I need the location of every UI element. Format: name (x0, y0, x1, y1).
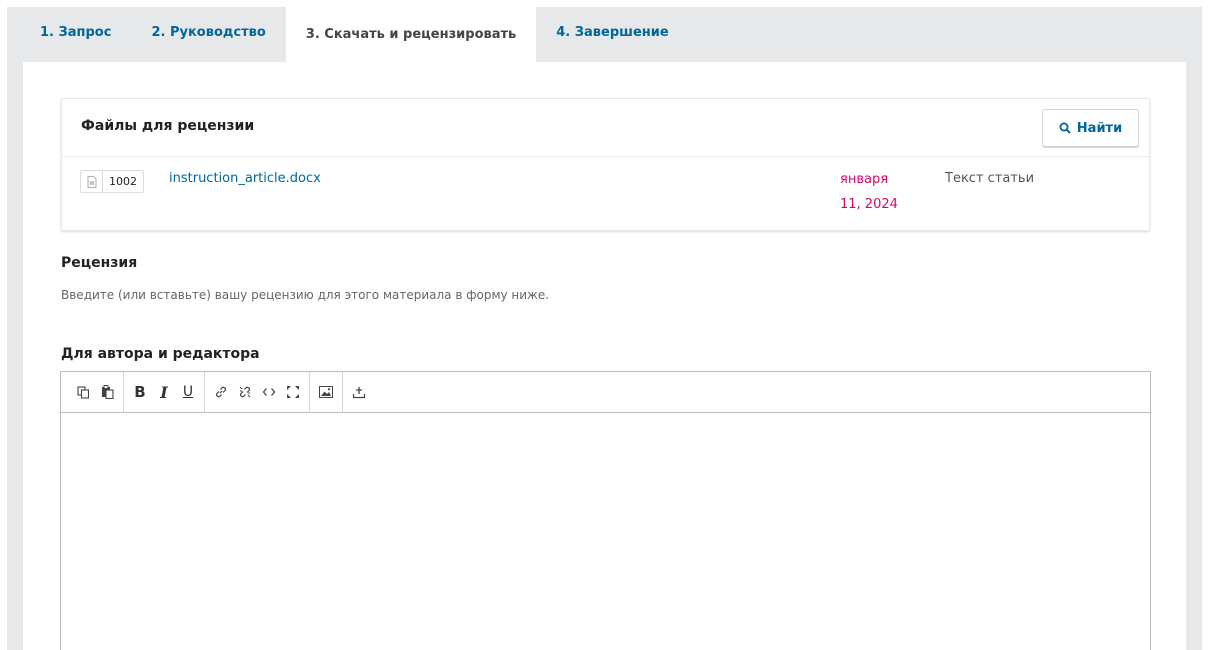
upload-group (343, 372, 375, 413)
link-icon (216, 386, 226, 398)
tab-bar: 1. Запрос 2. Руководство 3. Скачать и ре… (23, 7, 689, 62)
file-id: 1002 (109, 175, 137, 188)
unlink-icon (239, 386, 251, 398)
search-icon (1059, 122, 1071, 134)
bold-button[interactable]: B (129, 379, 151, 405)
code-button[interactable] (258, 379, 280, 405)
file-date-month: января (840, 172, 889, 187)
editor-text-area[interactable] (61, 413, 1150, 650)
tab-guidelines[interactable]: 2. Руководство (131, 7, 285, 57)
unlink-button[interactable] (234, 379, 256, 405)
svg-text:W: W (89, 181, 94, 187)
clipboard-group (67, 371, 124, 413)
editor-toolbar: B I U (61, 371, 1150, 413)
italic-button[interactable]: I (153, 379, 175, 405)
format-group: B I U (124, 371, 205, 413)
file-name-link[interactable]: instruction_article.docx (169, 171, 321, 186)
file-date-day-year: 11, 2024 (840, 197, 898, 212)
insert-group (205, 371, 310, 413)
link-button[interactable] (210, 379, 232, 405)
media-group (310, 371, 343, 413)
paste-icon (101, 385, 114, 399)
word-doc-icon: W (81, 171, 103, 192)
file-badge: W 1002 (80, 170, 144, 193)
review-files-title: Файлы для рецензии (81, 118, 255, 134)
underline-button[interactable]: U (177, 379, 199, 405)
copy-button[interactable] (72, 379, 94, 405)
fullscreen-button[interactable] (282, 379, 304, 405)
fullscreen-icon (287, 386, 299, 398)
review-files-header: Файлы для рецензии Найти (62, 99, 1149, 157)
tab-download-review[interactable]: 3. Скачать и рецензировать (285, 7, 537, 62)
upload-button[interactable] (348, 379, 370, 405)
tab-completion[interactable]: 4. Завершение (536, 7, 688, 57)
tab-panel: Файлы для рецензии Найти W 1002 instruct… (23, 62, 1186, 650)
review-section-title: Рецензия (61, 255, 138, 271)
review-section-description: Введите (или вставьте) вашу рецензию для… (61, 288, 550, 302)
image-icon (319, 386, 333, 398)
code-icon (262, 388, 276, 396)
editor-label: Для автора и редактора (61, 346, 260, 362)
paste-button[interactable] (96, 379, 118, 405)
upload-icon (352, 387, 366, 399)
tab-request[interactable]: 1. Запрос (23, 7, 131, 57)
file-type: Текст статьи (945, 171, 1035, 186)
rich-text-editor: B I U (60, 371, 1151, 650)
file-date: января 11, 2024 (840, 167, 910, 217)
image-button[interactable] (315, 379, 337, 405)
review-files-grid: Файлы для рецензии Найти W 1002 instruct… (61, 98, 1150, 231)
search-button-label: Найти (1076, 120, 1123, 136)
search-button[interactable]: Найти (1042, 109, 1139, 147)
copy-icon (76, 385, 89, 399)
file-row: W 1002 instruction_article.docx января 1… (62, 157, 1149, 231)
